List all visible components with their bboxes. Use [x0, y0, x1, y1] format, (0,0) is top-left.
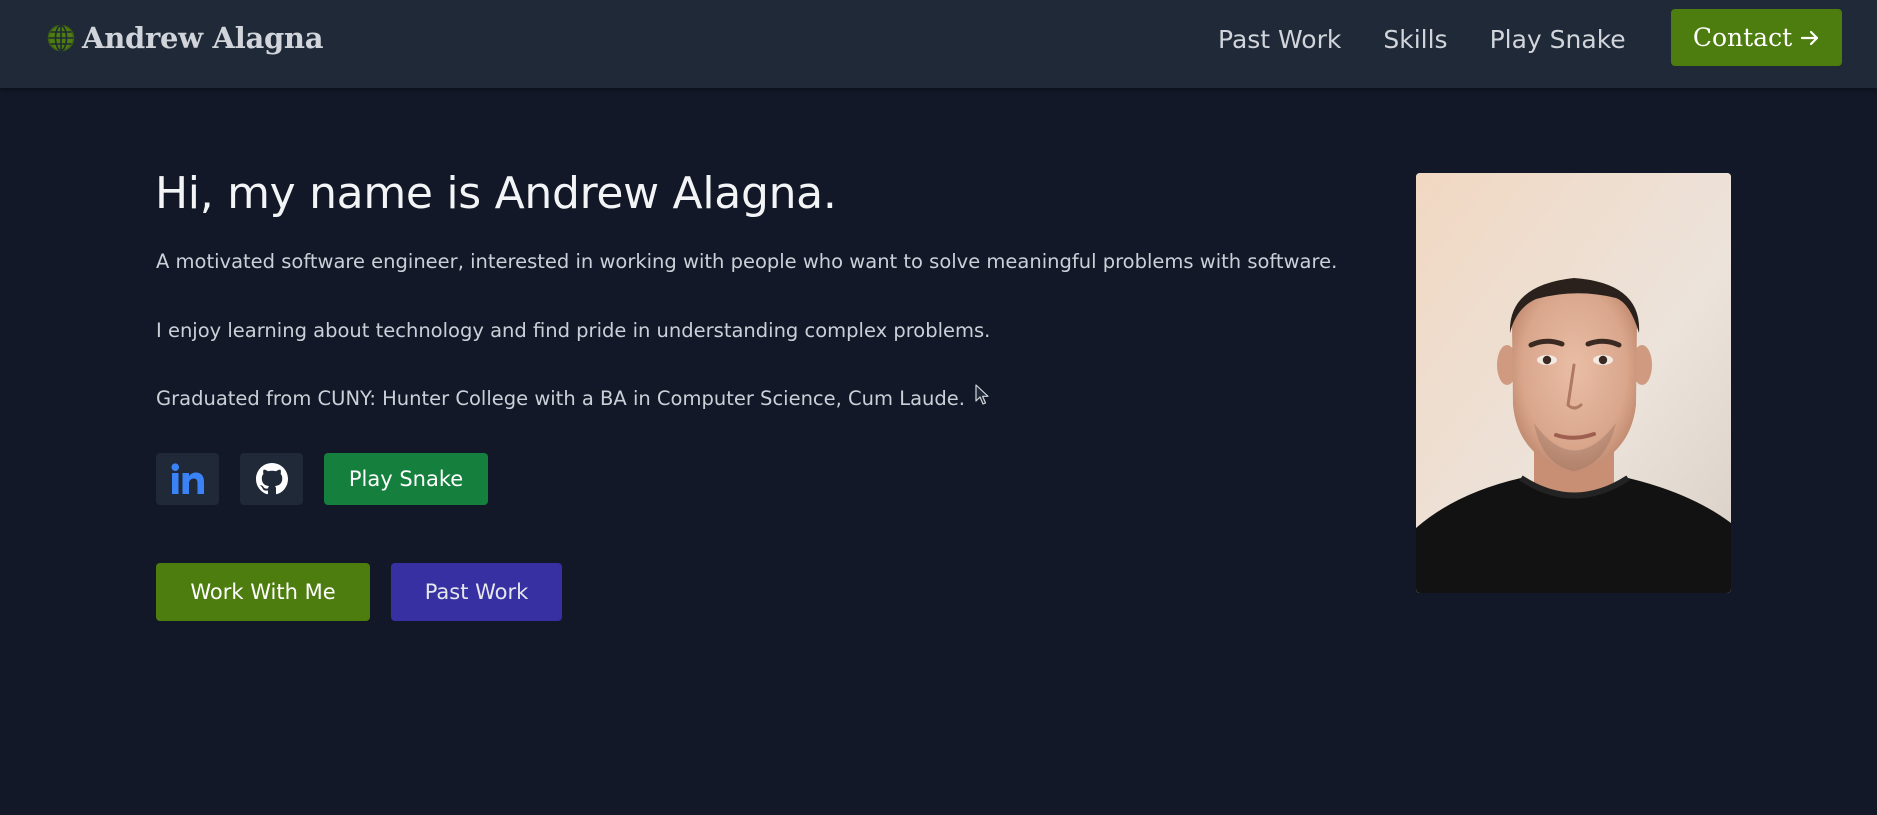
- intro-paragraph: A motivated software engineer, intereste…: [156, 250, 1338, 273]
- hero-title: Hi, my name is Andrew Alagna.: [155, 168, 837, 219]
- github-icon: [255, 463, 288, 495]
- play-snake-button[interactable]: Play Snake: [324, 453, 488, 505]
- nav-link-past-work[interactable]: Past Work: [1218, 25, 1341, 54]
- brand-name: Andrew Alagna: [82, 21, 324, 55]
- mouse-cursor-icon: [975, 384, 989, 405]
- contact-label: Contact: [1692, 23, 1793, 52]
- profile-photo: [1416, 173, 1731, 593]
- past-work-button[interactable]: Past Work: [391, 563, 562, 621]
- navbar: Andrew Alagna Past Work Skills Play Snak…: [0, 0, 1877, 88]
- brand-link[interactable]: Andrew Alagna: [46, 18, 324, 58]
- portrait-illustration: [1416, 173, 1731, 593]
- education-paragraph: Graduated from CUNY: Hunter College with…: [156, 387, 965, 410]
- learning-paragraph: I enjoy learning about technology and fi…: [156, 319, 991, 342]
- work-with-me-button[interactable]: Work With Me: [156, 563, 370, 621]
- nav-link-skills[interactable]: Skills: [1383, 25, 1447, 54]
- linkedin-button[interactable]: [156, 453, 219, 505]
- github-button[interactable]: [240, 453, 303, 505]
- cta-buttons: Work With Me Past Work: [156, 563, 562, 621]
- linkedin-icon: [170, 463, 204, 494]
- arrow-right-icon: [1801, 30, 1819, 45]
- social-links: Play Snake: [156, 453, 488, 505]
- globe-icon: [47, 24, 75, 52]
- nav-link-play-snake[interactable]: Play Snake: [1490, 25, 1626, 54]
- contact-button[interactable]: Contact: [1671, 9, 1842, 66]
- nav-links: Past Work Skills Play Snake: [1218, 22, 1626, 56]
